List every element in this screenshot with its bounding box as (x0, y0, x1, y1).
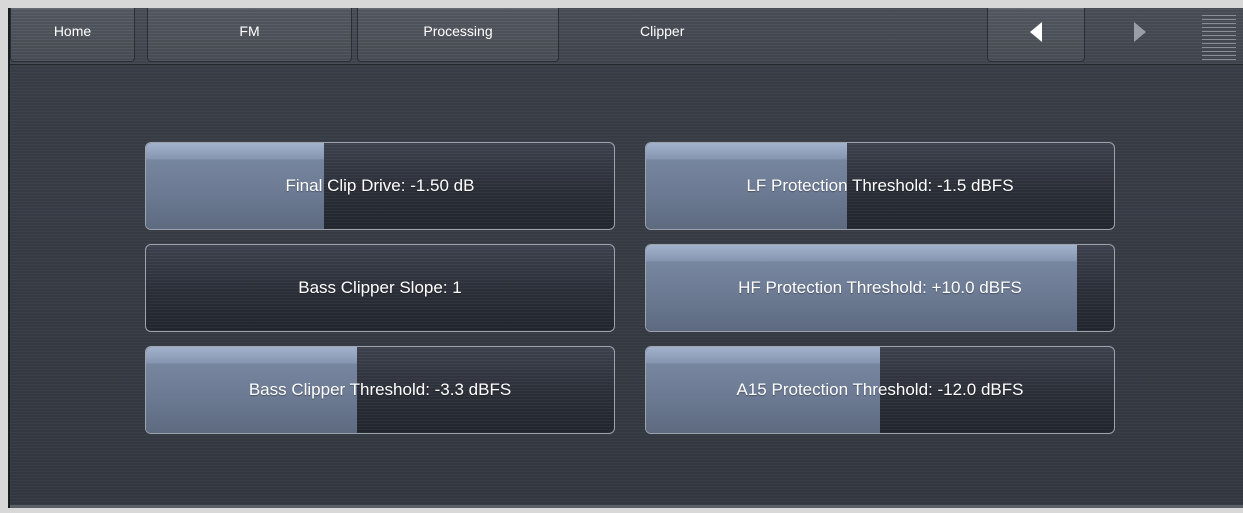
final-clip-drive-control[interactable]: Final Clip Drive: -1.50 dB (145, 142, 615, 230)
tab-processing[interactable]: Processing (357, 8, 559, 62)
clipper-window: Home FM Processing Clipper Final Clip Dr… (8, 8, 1243, 508)
menu-lines-icon[interactable] (1202, 14, 1236, 60)
clipper-controls-panel: Final Clip Drive: -1.50 dB LF Protection… (10, 65, 1243, 508)
arrow-right-icon (1134, 22, 1146, 42)
bass-clipper-threshold-control[interactable]: Bass Clipper Threshold: -3.3 dBFS (145, 346, 615, 434)
current-page-title: Clipper (640, 23, 685, 39)
tab-home[interactable]: Home (10, 8, 135, 62)
tab-fm[interactable]: FM (147, 8, 352, 62)
hf-protection-threshold-control[interactable]: HF Protection Threshold: +10.0 dBFS (645, 244, 1115, 332)
bass-clipper-slope-label: Bass Clipper Slope: 1 (298, 278, 462, 297)
final-clip-drive-label: Final Clip Drive: -1.50 dB (285, 176, 475, 195)
a15-protection-threshold-control[interactable]: A15 Protection Threshold: -12.0 dBFS (645, 346, 1115, 434)
forward-button[interactable] (1120, 8, 1180, 62)
tab-home-label: Home (53, 22, 92, 39)
bass-clipper-slope-control[interactable]: Bass Clipper Slope: 1 (145, 244, 615, 332)
arrow-left-icon (1030, 22, 1042, 42)
tab-processing-label: Processing (423, 22, 493, 39)
back-button[interactable] (987, 8, 1085, 62)
bass-clipper-threshold-label: Bass Clipper Threshold: -3.3 dBFS (248, 380, 512, 399)
tab-fm-label: FM (239, 22, 260, 39)
top-navigation-bar: Home FM Processing Clipper (10, 8, 1243, 65)
breadcrumb-current-page: Clipper (640, 8, 840, 62)
bottom-divider (10, 505, 1243, 508)
lf-protection-threshold-label: LF Protection Threshold: -1.5 dBFS (746, 176, 1014, 195)
hf-protection-threshold-label: HF Protection Threshold: +10.0 dBFS (738, 278, 1022, 297)
a15-protection-threshold-label: A15 Protection Threshold: -12.0 dBFS (736, 380, 1024, 399)
lf-protection-threshold-control[interactable]: LF Protection Threshold: -1.5 dBFS (645, 142, 1115, 230)
